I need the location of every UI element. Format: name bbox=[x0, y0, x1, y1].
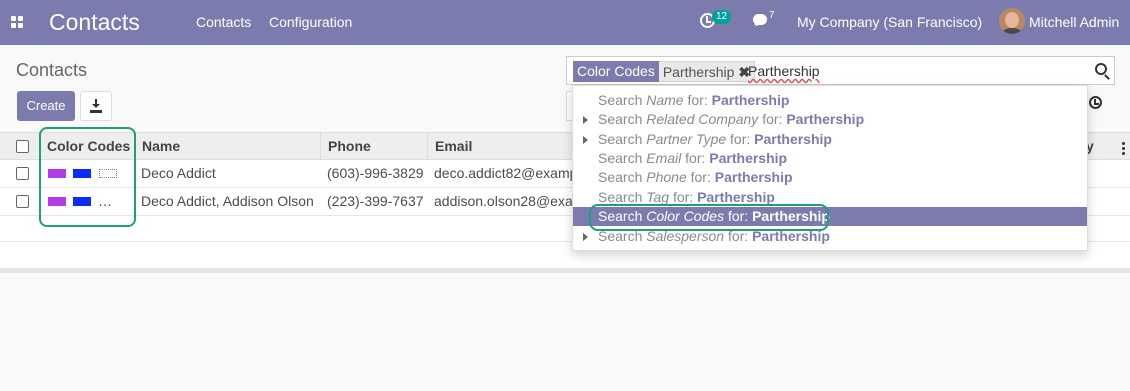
autocomplete-phone[interactable]: Search Phone for: Parthership bbox=[573, 168, 1087, 187]
page-title: Contacts bbox=[16, 60, 88, 80]
download-icon bbox=[92, 99, 100, 109]
search-input[interactable]: Parthership bbox=[748, 63, 820, 80]
cell-name: Deco Addict, Addison Olson bbox=[141, 193, 314, 209]
facet-category: Color Codes bbox=[573, 61, 659, 82]
user-menu[interactable]: Mitchell Admin bbox=[1029, 14, 1119, 30]
cell-name: Deco Addict bbox=[141, 165, 216, 181]
select-all-checkbox[interactable] bbox=[16, 140, 29, 153]
chat-icon[interactable] bbox=[753, 14, 767, 25]
history-icon[interactable] bbox=[1089, 96, 1102, 109]
cell-email: addison.olson28@exam bbox=[434, 193, 572, 209]
optional-columns-icon[interactable] bbox=[1122, 142, 1125, 155]
company-switcher[interactable]: My Company (San Francisco) bbox=[797, 14, 982, 30]
expand-caret-icon[interactable] bbox=[583, 116, 588, 124]
expand-caret-icon[interactable] bbox=[583, 136, 588, 144]
highlight-color-codes-column bbox=[39, 127, 136, 227]
grid-icon[interactable] bbox=[11, 16, 23, 28]
autocomplete-email[interactable]: Search Email for: Parthership bbox=[573, 149, 1087, 168]
autocomplete-related-company[interactable]: Search Related Company for: Parthership bbox=[573, 110, 1087, 129]
autocomplete-name[interactable]: Search Name for: Parthership bbox=[573, 91, 1087, 110]
autocomplete-partner-type[interactable]: Search Partner Type for: Parthership bbox=[573, 130, 1087, 149]
menu-configuration[interactable]: Configuration bbox=[269, 14, 352, 30]
app-brand[interactable]: Contacts bbox=[49, 8, 140, 36]
menu-contacts[interactable]: Contacts bbox=[196, 14, 251, 30]
facet-value: Parthership ✖ bbox=[658, 61, 756, 82]
avatar[interactable] bbox=[999, 8, 1025, 34]
row-checkbox[interactable] bbox=[16, 195, 29, 208]
activity-badge: 12 bbox=[712, 10, 732, 24]
row-checkbox[interactable] bbox=[16, 167, 29, 180]
messages-badge: 7 bbox=[769, 10, 775, 21]
cell-phone: (603)-996-3829 bbox=[327, 165, 423, 181]
highlight-color-codes-option bbox=[589, 204, 829, 231]
cell-phone: (223)-399-7637 bbox=[327, 193, 423, 209]
search-bar[interactable]: Color Codes Parthership ✖ Parthership bbox=[566, 56, 1115, 85]
expand-caret-icon[interactable] bbox=[583, 233, 588, 241]
column-name[interactable]: Name bbox=[142, 133, 180, 160]
download-button[interactable] bbox=[80, 91, 112, 121]
list-footer-divider bbox=[0, 268, 1130, 273]
column-phone[interactable]: Phone bbox=[328, 133, 371, 160]
top-navbar: Contacts Contacts Configuration 12 7 My … bbox=[0, 0, 1130, 45]
column-email[interactable]: Email bbox=[435, 133, 472, 160]
magnifier-icon[interactable] bbox=[1095, 63, 1107, 75]
search-facet[interactable]: Color Codes Parthership ✖ bbox=[573, 61, 756, 82]
create-button[interactable]: Create bbox=[17, 91, 75, 121]
cell-email: deco.addict82@exampl bbox=[434, 165, 572, 181]
